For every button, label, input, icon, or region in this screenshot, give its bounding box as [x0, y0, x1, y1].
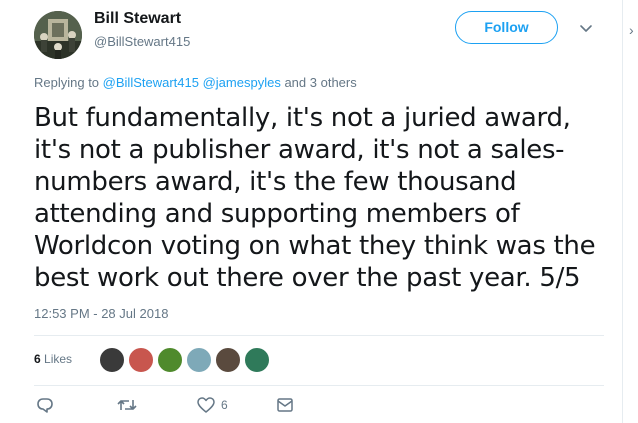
author-name[interactable]: Bill Stewart: [94, 10, 181, 28]
liker-avatar-3[interactable]: [157, 347, 183, 373]
tweet-card: Bill Stewart @BillStewart415 Follow Repl…: [0, 0, 622, 423]
avatar-photo-icon: [34, 11, 82, 59]
mention-jamespyles[interactable]: @jamespyles: [203, 75, 281, 90]
direct-message-button[interactable]: [276, 396, 294, 414]
liker-avatar-1[interactable]: [99, 347, 125, 373]
likes-stat[interactable]: 6 Likes: [34, 352, 72, 366]
retweet-icon: [117, 400, 137, 410]
retweet-button[interactable]: [117, 396, 137, 414]
heart-icon: [197, 397, 215, 413]
chevron-down-icon[interactable]: [578, 20, 594, 36]
liker-avatar-6[interactable]: [244, 347, 270, 373]
replying-to-line: Replying to @BillStewart415 @jamespyles …: [34, 75, 357, 90]
others-count-link[interactable]: and 3 others: [284, 75, 356, 90]
follow-button[interactable]: Follow: [455, 11, 558, 44]
background-page-edge: ›: [622, 0, 638, 423]
author-avatar[interactable]: [34, 11, 82, 59]
author-handle[interactable]: @BillStewart415: [94, 34, 190, 49]
likes-count: 6: [34, 352, 41, 366]
chevron-right-icon[interactable]: ›: [629, 22, 634, 38]
mention-billstewart415[interactable]: @BillStewart415: [103, 75, 199, 90]
reply-icon: [37, 398, 53, 413]
likes-label: Likes: [44, 352, 73, 366]
divider: [34, 335, 604, 336]
like-button[interactable]: 6: [197, 396, 228, 414]
replying-to-label: Replying to: [34, 75, 100, 90]
tweet-timestamp[interactable]: 12:53 PM - 28 Jul 2018: [34, 306, 168, 321]
divider: [34, 385, 604, 386]
tweet-text: But fundamentally, it's not a juried awa…: [34, 103, 596, 293]
liker-avatar-4[interactable]: [186, 347, 212, 373]
envelope-icon: [277, 398, 293, 412]
like-count: 6: [221, 398, 228, 412]
liker-avatar-2[interactable]: [128, 347, 154, 373]
reply-button[interactable]: [36, 396, 54, 414]
liker-avatar-5[interactable]: [215, 347, 241, 373]
